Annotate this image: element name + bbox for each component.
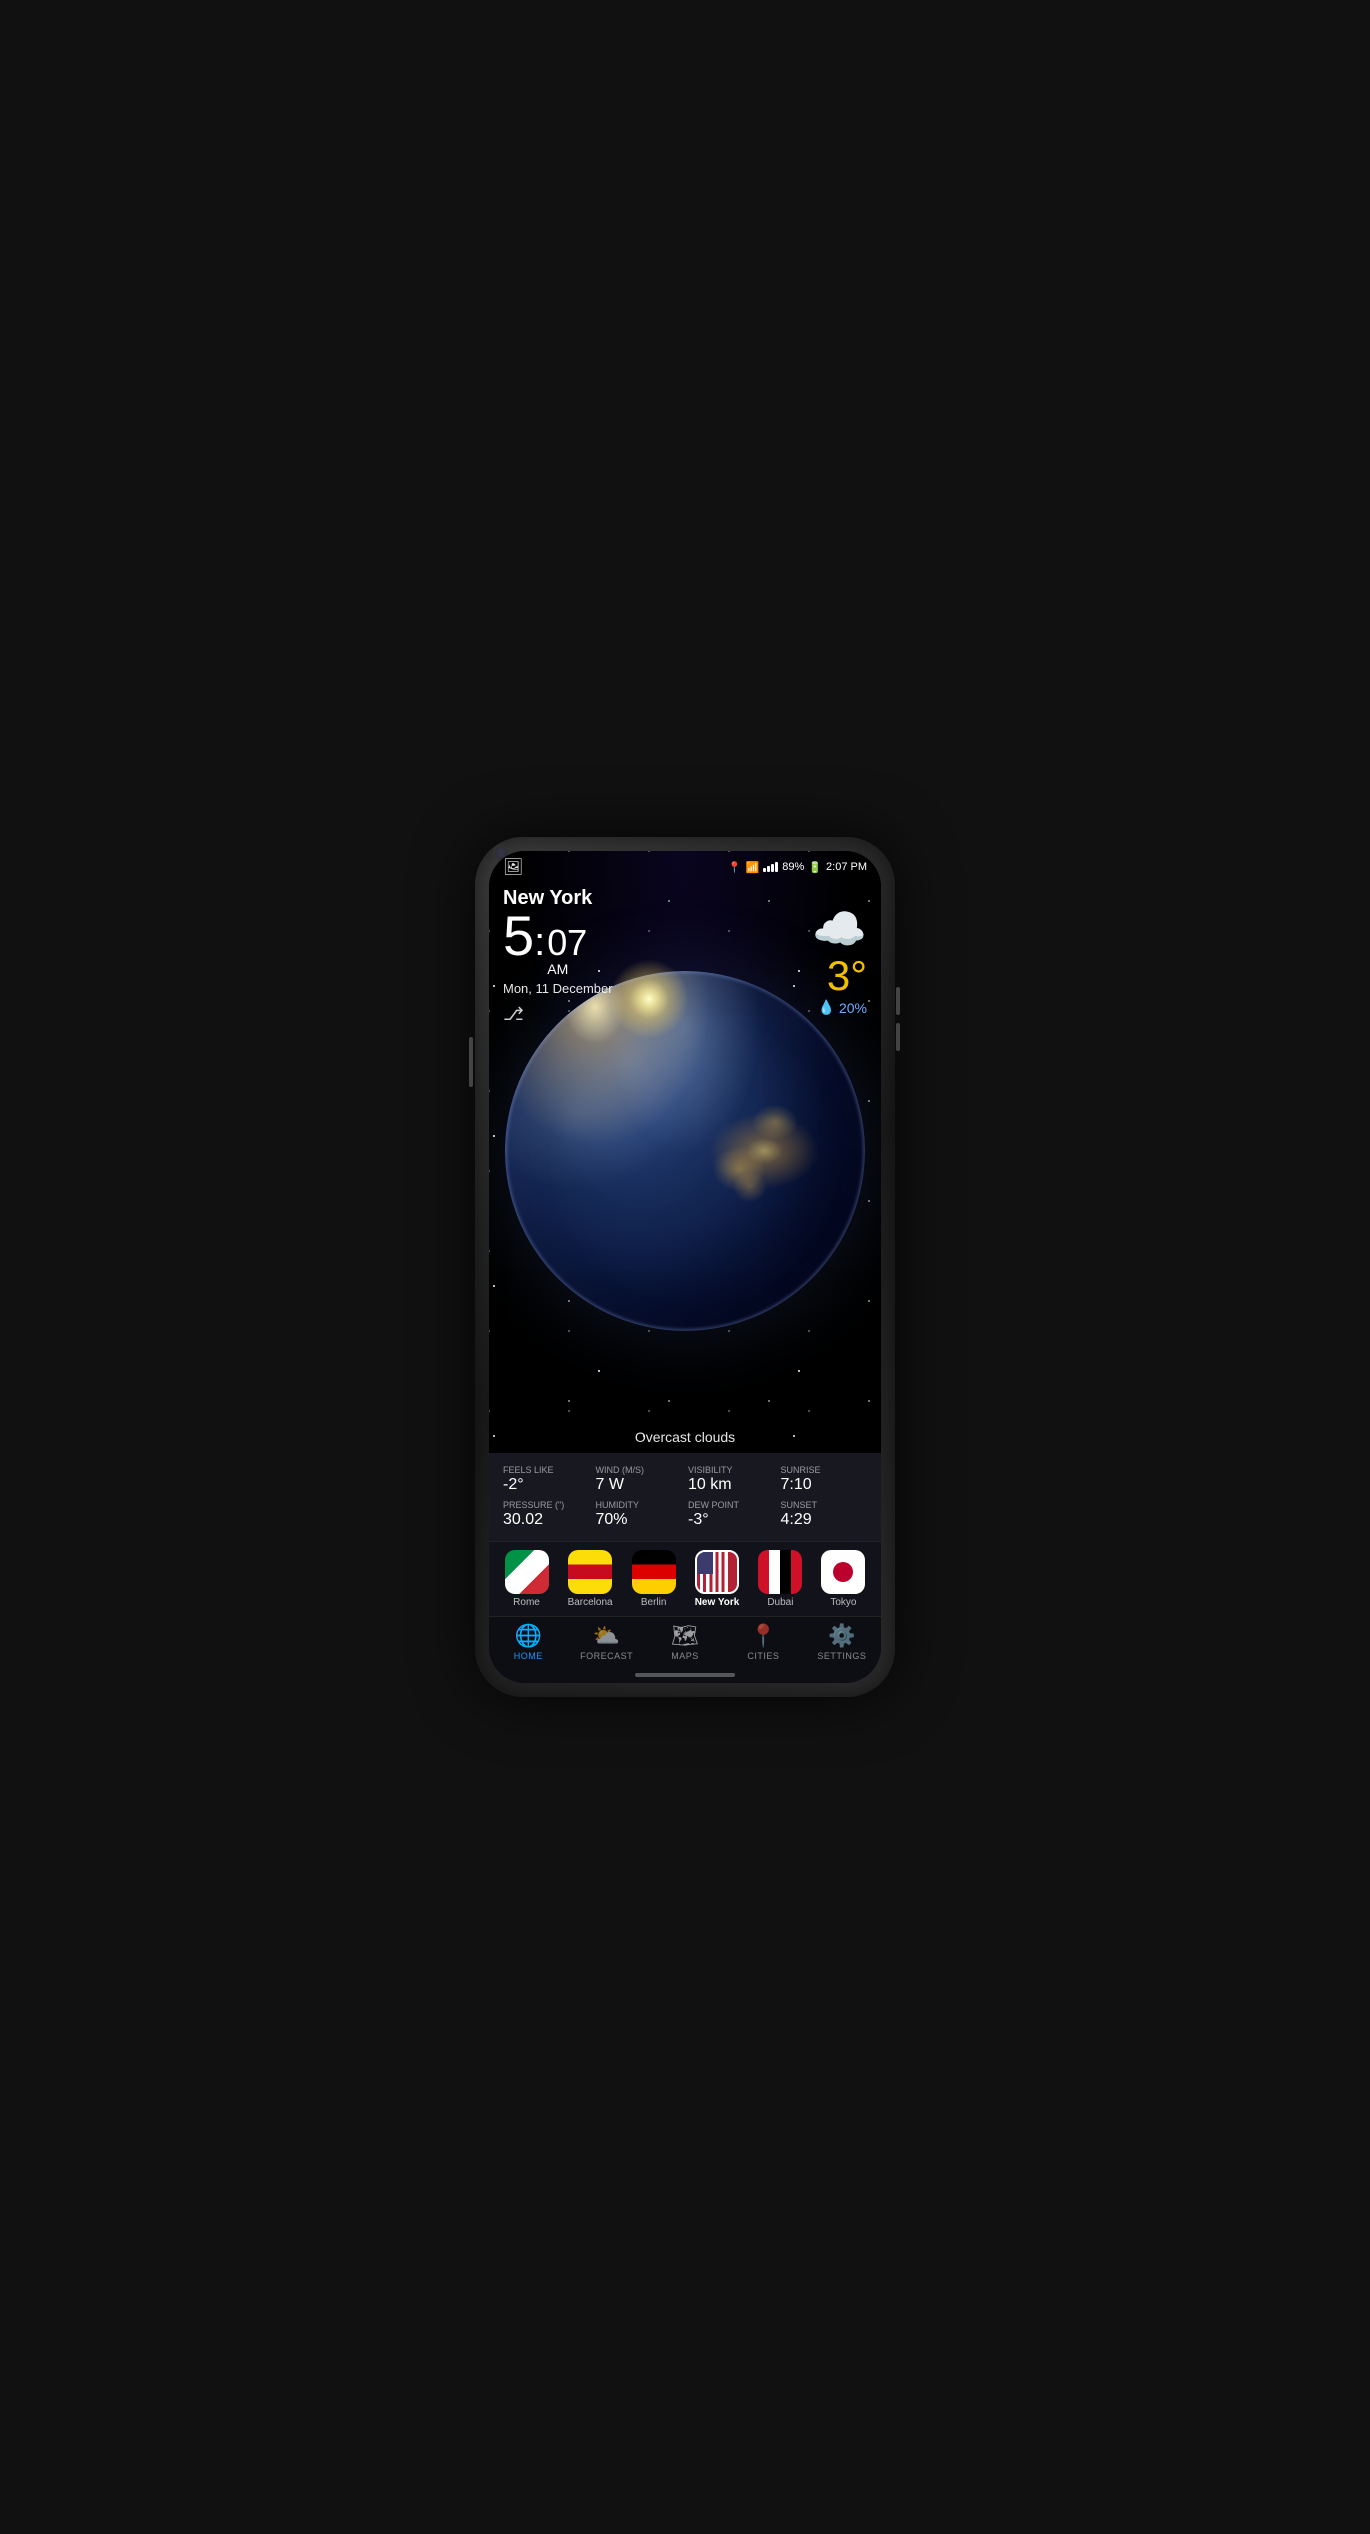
dubai-label: Dubai: [767, 1597, 793, 1608]
berlin-label: Berlin: [641, 1597, 667, 1608]
sunset-label: Sunset: [781, 1500, 868, 1510]
battery-icon: 🔋: [808, 861, 822, 874]
ny-label: New York: [695, 1597, 740, 1608]
temp-area: ☁️ 3° 💧 20%: [812, 903, 867, 1016]
dew-point-value: -3°: [688, 1511, 775, 1529]
city-berlin[interactable]: Berlin: [632, 1550, 676, 1608]
cities-icon: 📍: [750, 1623, 777, 1649]
barcelona-flag: [568, 1550, 612, 1594]
wind-label: Wind (m/s): [596, 1465, 683, 1475]
ny-flag: [695, 1550, 739, 1594]
wind-section: Wind (m/s) 7 W Humidity 70%: [596, 1465, 683, 1529]
rain-drop-icon: 💧: [818, 999, 835, 1016]
volume-buttons: [896, 987, 901, 1051]
signal-bars: [763, 862, 778, 872]
sunset-value: 4:29: [781, 1511, 868, 1529]
city-barcelona[interactable]: Barcelona: [568, 1550, 613, 1608]
weather-details: Feels like -2° Pressure (") 30.02 Wind (…: [489, 1453, 881, 1541]
city-shortcuts: Rome Barcelona Berlin New York Dubai: [489, 1541, 881, 1616]
status-bar: 🖼 📍 📶 89% 🔋 2:07 PM: [489, 851, 881, 879]
location-icon: 📍: [728, 861, 742, 874]
battery-percent: 89%: [782, 861, 804, 873]
nav-forecast[interactable]: ⛅ FORECAST: [567, 1623, 645, 1661]
humidity-value: 70%: [596, 1511, 683, 1529]
pressure-value: 30.02: [503, 1511, 590, 1529]
settings-icon: ⚙️: [828, 1623, 855, 1649]
home-label: HOME: [514, 1651, 543, 1661]
time-min-ampm: 07 AM: [547, 925, 587, 977]
phone-frame: 🖼 📍 📶 89% 🔋 2:07 PM: [475, 837, 895, 1697]
weather-background: 🖼 📍 📶 89% 🔋 2:07 PM: [489, 851, 881, 1453]
city-tokyo[interactable]: Tokyo: [821, 1550, 865, 1608]
status-left: 🖼: [503, 857, 523, 877]
sunrise-section: Sunrise 7:10 Sunset 4:29: [781, 1465, 868, 1529]
forecast-icon: ⛅: [593, 1623, 620, 1649]
sunrise-value: 7:10: [781, 1476, 868, 1494]
tokyo-flag: [821, 1550, 865, 1594]
rome-label: Rome: [513, 1597, 540, 1608]
sunrise-label: Sunrise: [781, 1465, 868, 1475]
condition-text: Overcast clouds: [489, 1429, 881, 1453]
time-colon: :: [534, 920, 545, 965]
status-right: 📍 📶 89% 🔋 2:07 PM: [728, 861, 867, 874]
settings-label: SETTINGS: [817, 1651, 866, 1661]
time-hour: 5: [503, 908, 534, 964]
home-bar: [635, 1673, 735, 1677]
feels-like-value: -2°: [503, 1476, 590, 1494]
home-indicator: [489, 1669, 881, 1683]
nav-cities[interactable]: 📍 CITIES: [724, 1623, 802, 1661]
city-new-york[interactable]: New York: [695, 1550, 740, 1608]
visibility-value: 10 km: [688, 1476, 775, 1494]
nav-settings[interactable]: ⚙️ SETTINGS: [803, 1623, 881, 1661]
pressure-label: Pressure ("): [503, 1500, 590, 1510]
time-min: 07: [547, 925, 587, 961]
rain-row: 💧 20%: [818, 999, 867, 1016]
city-dubai[interactable]: Dubai: [758, 1550, 802, 1608]
temperature: 3°: [827, 955, 867, 997]
berlin-flag: [632, 1550, 676, 1594]
clock: 2:07 PM: [826, 861, 867, 873]
power-button: [469, 1037, 473, 1087]
maps-icon: 🗺: [671, 1623, 699, 1649]
rain-chance: 20%: [839, 1000, 867, 1016]
visibility-label: Visibility: [688, 1465, 775, 1475]
wind-value: 7 W: [596, 1476, 683, 1494]
time-ampm: AM: [547, 961, 587, 977]
phone-screen: 🖼 📍 📶 89% 🔋 2:07 PM: [489, 851, 881, 1683]
bottom-nav: 🌐 HOME ⛅ FORECAST 🗺 MAPS 📍 CITIES ⚙️ SET…: [489, 1616, 881, 1669]
tokyo-label: Tokyo: [830, 1597, 856, 1608]
maps-label: MAPS: [671, 1651, 699, 1661]
visibility-section: Visibility 10 km Dew Point -3°: [688, 1465, 775, 1529]
rome-flag: [505, 1550, 549, 1594]
nav-home[interactable]: 🌐 HOME: [489, 1623, 567, 1661]
city-rome[interactable]: Rome: [505, 1550, 549, 1608]
image-icon: 🖼: [503, 857, 523, 877]
nav-maps[interactable]: 🗺 MAPS: [646, 1623, 724, 1661]
cities-label: CITIES: [747, 1651, 779, 1661]
dubai-flag: [758, 1550, 802, 1594]
home-icon: 🌐: [515, 1623, 542, 1649]
feels-like-label: Feels like: [503, 1465, 590, 1475]
humidity-label: Humidity: [596, 1500, 683, 1510]
cloud-icon: ☁️: [812, 903, 867, 955]
forecast-label: FORECAST: [580, 1651, 633, 1661]
wifi-icon: 📶: [746, 861, 760, 874]
dew-point-label: Dew Point: [688, 1500, 775, 1510]
feels-like-section: Feels like -2° Pressure (") 30.02: [503, 1465, 590, 1529]
barcelona-label: Barcelona: [568, 1597, 613, 1608]
